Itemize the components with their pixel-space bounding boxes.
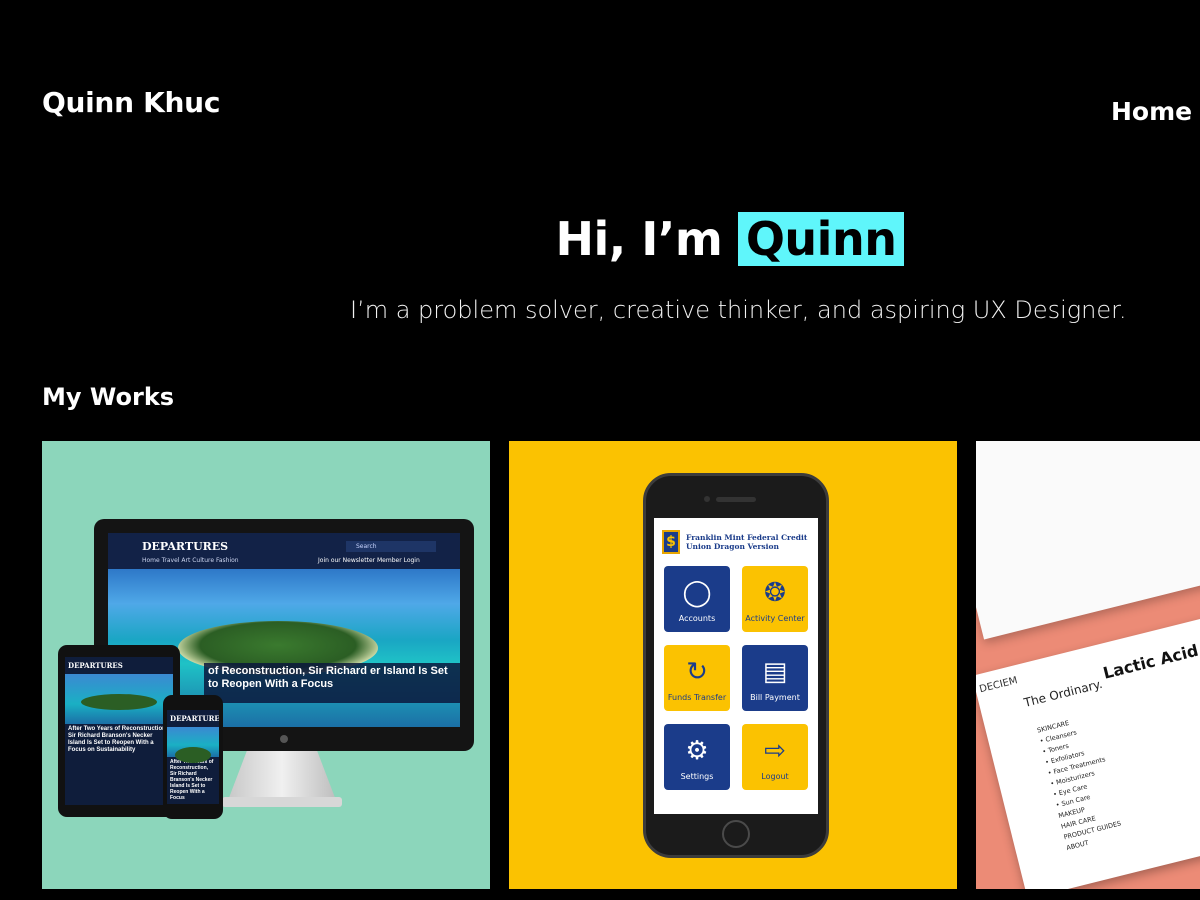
ordinary-nav-list: SKINCARE • Cleansers • Toners • Exfoliat… [1036,718,1122,853]
phone-small-screen: DEPARTURES After Two Years of Reconstruc… [167,710,219,804]
works-section-title: My Works [42,383,175,411]
camera-icon [704,496,710,502]
tablet-screen: DEPARTURES After Two Years of Reconstruc… [65,657,173,805]
work-card-departures[interactable]: DEPARTURES Search Home Travel Art Cultur… [42,441,490,889]
phone-small-island-photo [167,727,219,763]
tablet-logo: DEPARTURES [68,661,123,670]
work-card-the-ordinary[interactable]: DECIEM The Ordinary. Lactic Acid + SKINC… [976,441,1200,889]
tile-settings[interactable]: ⚙ Settings [664,724,730,790]
departures-menu-right: Join our Newsletter Member Login [318,557,420,564]
phone-mockup: $ Franklin Mint Federal Credit Union Dra… [643,473,829,858]
tile-label: Funds Transfer [667,693,727,702]
nav-home-link[interactable]: Home [1111,97,1192,126]
work-card-bank-app[interactable]: $ Franklin Mint Federal Credit Union Dra… [509,441,957,889]
user-icon: ◯ [682,578,712,608]
departures-search: Search [346,541,436,552]
tile-label: Logout [761,772,789,781]
product-page-mockup: DECIEM The Ordinary. Lactic Acid + SKINC… [976,612,1200,889]
hero-greeting: Hi, I’m [555,212,723,266]
home-button [722,820,750,848]
works-gallery: DEPARTURES Search Home Travel Art Cultur… [42,441,1200,889]
bank-logo-icon: $ [662,530,680,554]
apple-logo-icon [280,735,288,743]
bill-icon: ▤ [762,657,788,687]
bank-header: $ Franklin Mint Federal Credit Union Dra… [662,530,812,558]
site-brand[interactable]: Quinn Khuc [42,86,220,119]
tile-label: Bill Payment [750,693,800,702]
deciem-logo: DECIEM [978,675,1019,696]
tablet-island-photo [65,674,173,724]
phone-small-logo: DEPARTURES [170,714,219,723]
phone-small-headline: After Two Years of Reconstruction, Sir R… [170,759,214,801]
tile-label: Accounts [678,614,716,623]
tablet-headline: After Two Years of Reconstruction, Sir R… [68,726,168,753]
tile-accounts[interactable]: ◯ Accounts [664,566,730,632]
desktop-stand-base [222,797,342,807]
tile-logout[interactable]: ⇨ Logout [742,724,808,790]
phone-mockup-small: DEPARTURES After Two Years of Reconstruc… [163,695,223,819]
desktop-stand [227,751,337,803]
tile-label: Activity Center [745,614,805,623]
page: Quinn Khuc Home Hi, I’m Quinn I’m a prob… [0,0,1200,900]
departures-navbar: DEPARTURES Search Home Travel Art Cultur… [108,533,460,569]
departures-menu: Home Travel Art Culture Fashion [142,557,239,564]
hero-subtitle: I’m a problem solver, creative thinker, … [350,296,1127,324]
ordinary-brand: The Ordinary. [1022,676,1104,710]
departures-headline: of Reconstruction, Sir Richard er Island… [204,663,460,703]
network-icon: ❂ [764,578,786,608]
tablet-mockup: DEPARTURES After Two Years of Reconstruc… [58,645,180,817]
tile-funds-transfer[interactable]: ↻ Funds Transfer [664,645,730,711]
departures-logo: DEPARTURES [142,540,229,553]
ordinary-product-title: Lactic Acid + [1101,636,1200,683]
gear-icon: ⚙ [685,736,709,766]
product-sheet-top [976,441,1200,640]
tile-bill-payment[interactable]: ▤ Bill Payment [742,645,808,711]
speaker-grille [716,497,756,502]
hero-title: Hi, I’m Quinn [0,212,1200,266]
hero-name-highlight: Quinn [737,212,905,266]
logout-icon: ⇨ [764,736,786,766]
transfer-icon: ↻ [686,657,708,687]
bank-app-screen: $ Franklin Mint Federal Credit Union Dra… [654,518,818,814]
tile-label: Settings [680,772,714,781]
bank-title: Franklin Mint Federal Credit Union Drago… [686,533,808,551]
tile-activity-center[interactable]: ❂ Activity Center [742,566,808,632]
